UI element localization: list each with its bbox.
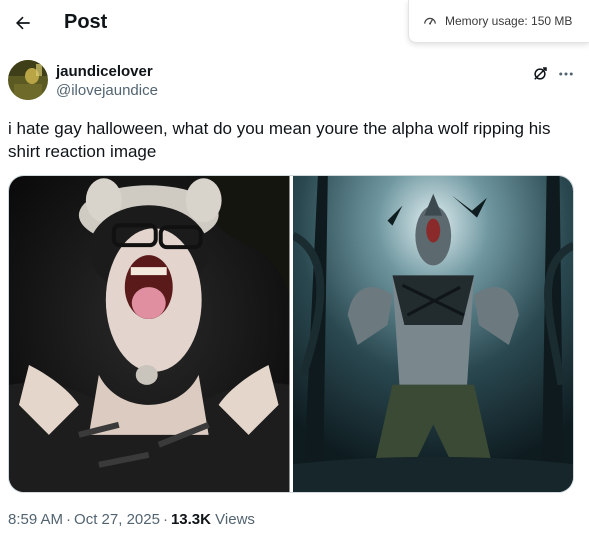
- memory-usage-label: Memory usage: 150 MB: [445, 14, 573, 28]
- meta-separator: ·: [66, 511, 72, 528]
- more-dots-icon: [559, 72, 573, 76]
- more-options-button[interactable]: [554, 62, 578, 86]
- tweet-date[interactable]: Oct 27, 2025: [74, 511, 160, 528]
- media-illustration-werewolf-howling[interactable]: [292, 176, 573, 492]
- memory-usage-indicator[interactable]: Memory usage: 150 MB: [408, 0, 589, 43]
- arrow-left-icon: [16, 16, 30, 30]
- media-photo-person-wolf-costume[interactable]: [9, 176, 290, 492]
- grok-button[interactable]: [528, 62, 552, 86]
- tweet-author: jaundicelover @ilovejaundice: [8, 60, 583, 104]
- avatar[interactable]: [8, 60, 48, 100]
- author-display-name[interactable]: jaundicelover: [56, 63, 153, 80]
- tweet-time[interactable]: 8:59 AM: [8, 511, 63, 528]
- grok-icon: [534, 67, 547, 80]
- views-label: Views: [215, 511, 255, 528]
- page-title: Post: [64, 11, 108, 33]
- back-button[interactable]: [6, 6, 40, 40]
- tweet-text: i hate gay halloween, what do you mean y…: [8, 119, 551, 161]
- tweet-meta: 8:59 AM · Oct 27, 2025 · 13.3K Views: [8, 511, 255, 528]
- author-handle[interactable]: @ilovejaundice: [56, 82, 158, 99]
- meta-separator: ·: [162, 511, 168, 528]
- views-count: 13.3K: [170, 511, 211, 528]
- gauge-icon: [424, 17, 436, 25]
- media-grid: [8, 175, 574, 493]
